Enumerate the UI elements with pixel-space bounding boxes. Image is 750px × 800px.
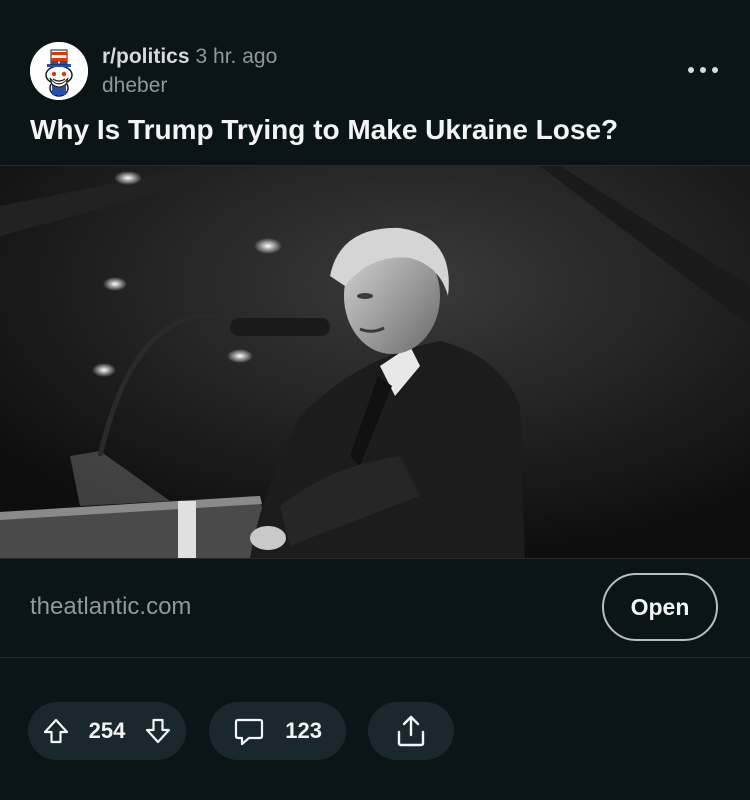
- post-title[interactable]: Why Is Trump Trying to Make Ukraine Lose…: [30, 110, 730, 150]
- comment-bubble-icon: [233, 715, 265, 747]
- share-button[interactable]: [368, 702, 454, 760]
- downvote-arrow-icon[interactable]: [144, 717, 172, 745]
- upvote-count: 254: [88, 718, 126, 743]
- more-dot: [700, 67, 706, 73]
- post-header: r/politics 3 hr. ago dheber: [30, 42, 720, 102]
- comment-count: 123: [285, 718, 322, 743]
- subreddit-name[interactable]: r/politics: [102, 45, 190, 68]
- subreddit-avatar-icon[interactable]: [30, 42, 88, 100]
- more-dot: [712, 67, 718, 73]
- open-link-button[interactable]: Open: [602, 573, 718, 641]
- divider: [0, 657, 750, 658]
- comments-button[interactable]: 123: [209, 702, 346, 760]
- upvote-arrow-icon[interactable]: [42, 717, 70, 745]
- post-meta-line: r/politics 3 hr. ago: [102, 44, 277, 70]
- link-domain[interactable]: theatlantic.com: [30, 591, 191, 623]
- more-options-icon[interactable]: [688, 62, 718, 78]
- vote-bar: 254: [28, 702, 186, 760]
- share-icon: [394, 714, 428, 748]
- post-card: r/politics 3 hr. ago dheber Why Is Trump …: [0, 0, 750, 800]
- more-dot: [688, 67, 694, 73]
- post-thumbnail-image[interactable]: [0, 165, 750, 559]
- post-author[interactable]: dheber: [102, 73, 167, 99]
- post-time: 3 hr. ago: [195, 45, 278, 68]
